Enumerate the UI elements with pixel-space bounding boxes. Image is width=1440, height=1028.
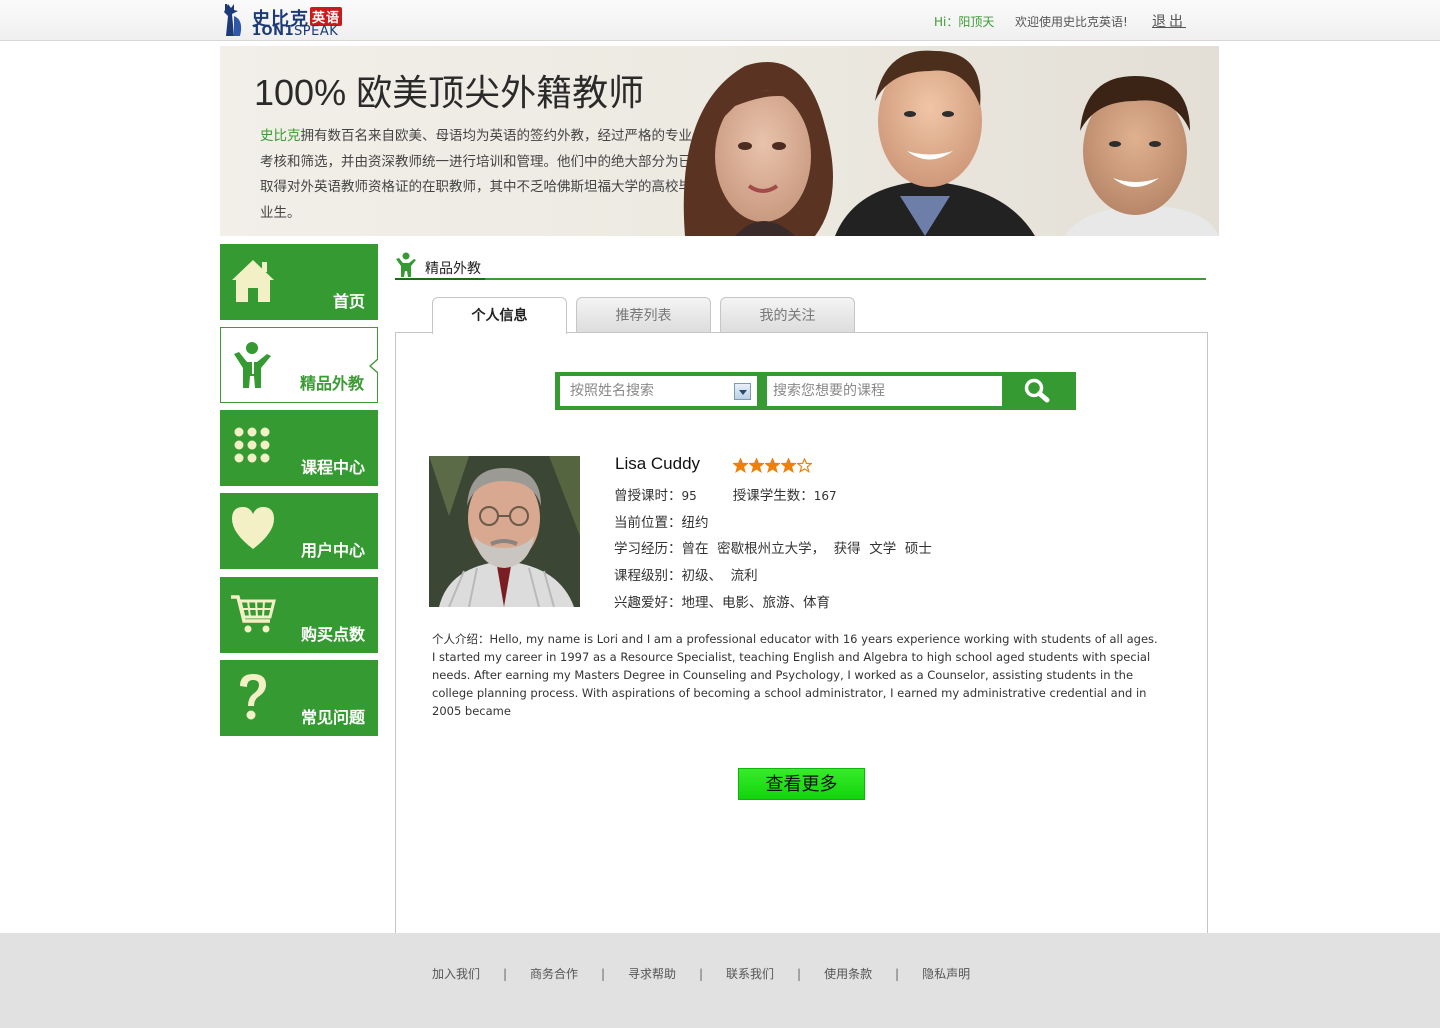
level-line: 课程级别：初级、 流利 xyxy=(614,564,758,584)
sidebar-item-label: 常见问题 xyxy=(300,708,365,727)
hobby-label: 兴趣爱好： xyxy=(614,595,682,611)
footer-separator: | xyxy=(797,967,802,981)
teachers-photo xyxy=(683,50,1219,236)
students-label: 授课学生数： xyxy=(732,488,814,504)
home-icon xyxy=(232,260,274,302)
hobby-line: 兴趣爱好：地理、电影、旅游、体育 xyxy=(614,591,830,611)
section-title: 精品外教 xyxy=(425,261,481,277)
education-label: 学习经历： xyxy=(614,541,682,557)
cart-icon xyxy=(231,595,276,633)
education-value: 曾在 密歇根州立大学， 获得 文学 硕士 xyxy=(681,541,932,557)
level-label: 课程级别： xyxy=(614,568,682,584)
tab-personal-info[interactable]: 个人信息 xyxy=(432,297,567,334)
students-value: 167 xyxy=(813,489,837,503)
banner-title: 100% 欧美顶尖外籍教师 xyxy=(254,72,645,113)
chevron-down-icon[interactable] xyxy=(734,383,751,400)
bio-label: 个人介绍： xyxy=(432,632,490,646)
footer-link-join-us[interactable]: 加入我们 xyxy=(432,967,480,981)
footer-links: 加入我们 | 商务合作 | 寻求帮助 | 联系我们 | 使用条款 | 隐私声明 xyxy=(432,965,970,982)
footer-link-help[interactable]: 寻求帮助 xyxy=(628,967,676,981)
footer-link-contact[interactable]: 联系我们 xyxy=(726,967,774,981)
sidebar-item-label: 课程中心 xyxy=(300,458,365,477)
hero-banner: 100% 欧美顶尖外籍教师 史比克拥有数百名来自欧美、母语均为英语的签约外教，经… xyxy=(220,46,1219,236)
tab-my-follows[interactable]: 我的关注 xyxy=(720,297,855,333)
banner-description: 史比克拥有数百名来自欧美、母语均为英语的签约外教，经过严格的专业考核和筛选，并由… xyxy=(260,128,692,221)
sidebar-item-teachers[interactable]: 精品外教 xyxy=(220,327,379,403)
search-bar: 按照姓名搜索 xyxy=(555,372,1076,410)
sidebar-item-user-center[interactable]: 用户中心 xyxy=(220,493,378,569)
sidebar-item-buy-points[interactable]: 购买点数 xyxy=(220,577,378,653)
footer-separator: | xyxy=(895,967,900,981)
bio-text: Hello, my name is Lori and I am a profes… xyxy=(432,632,1158,718)
level-value: 初级、 流利 xyxy=(681,568,758,584)
footer-separator: | xyxy=(601,967,606,981)
footer-separator: | xyxy=(699,967,704,981)
section-header: 精品外教 xyxy=(395,252,1206,280)
sidebar-item-label: 用户中心 xyxy=(300,541,365,560)
sidebar-item-faq[interactable]: 常见问题 xyxy=(220,660,378,736)
heart-icon xyxy=(232,507,274,549)
active-indicator xyxy=(369,358,379,374)
location-line: 当前位置：纽约 xyxy=(614,511,709,531)
footer-link-terms[interactable]: 使用条款 xyxy=(824,967,872,981)
search-type-value: 按照姓名搜索 xyxy=(570,383,654,399)
rating-stars xyxy=(733,458,813,474)
footer-link-business[interactable]: 商务合作 xyxy=(530,967,578,981)
footer-link-privacy[interactable]: 隐私声明 xyxy=(922,967,970,981)
hours-label: 曾授课时： xyxy=(614,488,682,504)
top-bar: 史比克 英语 1ON1SPEAK Hi：阳顶天 欢迎使用史比克英语! 退出 xyxy=(0,0,1440,41)
star-filled-icon xyxy=(781,458,796,473)
grid-dots-icon xyxy=(234,427,270,463)
question-icon xyxy=(240,674,266,720)
star-filled-icon xyxy=(733,458,748,473)
hours-value: 95 xyxy=(681,489,697,503)
tab-recommended-list[interactable]: 推荐列表 xyxy=(576,297,711,333)
teacher-photo xyxy=(429,456,580,607)
logout-link[interactable]: 退出 xyxy=(1152,11,1186,31)
welcome-text: 欢迎使用史比克英语! xyxy=(1015,15,1128,29)
search-button[interactable] xyxy=(1003,372,1076,410)
course-search-input[interactable] xyxy=(767,376,1002,406)
teacher-icon xyxy=(234,342,271,388)
hobby-value: 地理、电影、旅游、体育 xyxy=(681,595,831,611)
user-greeting: Hi：阳顶天 xyxy=(934,15,995,29)
education-line: 学习经历：曾在 密歇根州立大学， 获得 文学 硕士 xyxy=(614,537,932,557)
banner-brand: 史比克 xyxy=(260,128,301,144)
location-label: 当前位置： xyxy=(614,515,682,531)
teacher-name: Lisa Cuddy xyxy=(615,454,701,473)
star-filled-icon xyxy=(749,458,764,473)
sidebar-item-label: 精品外教 xyxy=(299,374,364,393)
location-value: 纽约 xyxy=(681,515,709,531)
teacher-icon xyxy=(396,252,416,277)
logo-en: 1ON1SPEAK xyxy=(252,24,339,39)
logo[interactable]: 史比克 英语 1ON1SPEAK xyxy=(222,2,362,40)
search-type-select[interactable]: 按照姓名搜索 xyxy=(560,376,757,406)
sidebar-item-label: 首页 xyxy=(332,292,365,311)
section-underline xyxy=(395,278,485,280)
footer: 加入我们 | 商务合作 | 寻求帮助 | 联系我们 | 使用条款 | 隐私声明 xyxy=(0,933,1440,1028)
teacher-bio: 个人介绍：Hello, my name is Lori and I am a p… xyxy=(432,630,1162,720)
teaching-stats: 曾授课时：95 授课学生数：167 xyxy=(614,484,837,504)
sidebar-item-home[interactable]: 首页 xyxy=(220,244,378,320)
star-empty-icon xyxy=(797,458,812,473)
view-more-button[interactable]: 查看更多 xyxy=(738,768,865,800)
statue-of-liberty-logo-icon xyxy=(224,4,242,36)
footer-separator: | xyxy=(502,967,508,981)
sidebar-item-label: 购买点数 xyxy=(300,625,365,644)
search-icon xyxy=(1024,378,1050,403)
star-filled-icon xyxy=(765,458,780,473)
sidebar-item-courses[interactable]: 课程中心 xyxy=(220,410,378,486)
